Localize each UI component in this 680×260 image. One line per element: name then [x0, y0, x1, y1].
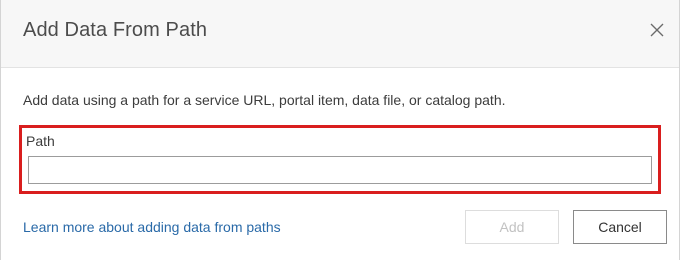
path-label: Path — [26, 133, 55, 149]
add-data-from-path-dialog: Add Data From Path Add data using a path… — [0, 0, 680, 260]
close-icon — [650, 23, 664, 37]
dialog-title: Add Data From Path — [23, 19, 208, 41]
cancel-button[interactable]: Cancel — [573, 210, 667, 244]
path-field-group: Path — [19, 125, 661, 194]
close-button[interactable] — [646, 19, 668, 41]
add-button[interactable]: Add — [465, 210, 559, 244]
dialog-description: Add data using a path for a service URL,… — [23, 92, 506, 108]
dialog-header: Add Data From Path — [1, 0, 679, 68]
path-input[interactable] — [28, 156, 652, 184]
learn-more-link[interactable]: Learn more about adding data from paths — [23, 219, 281, 235]
